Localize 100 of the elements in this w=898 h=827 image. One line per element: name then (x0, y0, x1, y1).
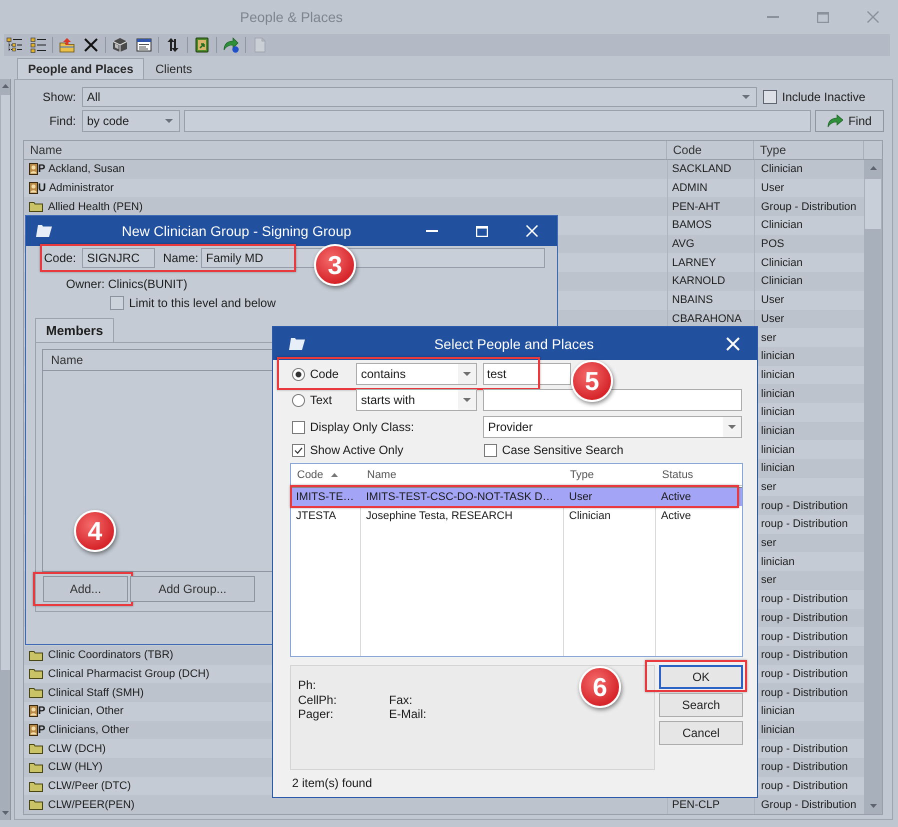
book-icon[interactable] (194, 37, 210, 53)
item-type: linician (761, 705, 795, 718)
code-field[interactable]: SIGNJRC (82, 248, 155, 268)
arrow-icon (827, 114, 844, 128)
operator-dropdown[interactable]: contains (356, 363, 477, 385)
item-type: roup - Distribution (761, 593, 848, 606)
search-field[interactable] (483, 389, 742, 411)
checkbox[interactable] (484, 444, 497, 456)
checkbox[interactable] (763, 90, 777, 104)
checkbox-label[interactable]: Include Inactive (782, 90, 866, 104)
operator-dropdown[interactable]: starts with (356, 389, 477, 411)
item-type: roup - Distribution (761, 780, 848, 792)
checkbox-label[interactable]: Show Active Only (310, 443, 404, 457)
column-header[interactable]: Name (51, 353, 84, 367)
scroll-thumb[interactable] (0, 95, 10, 670)
person-icon (29, 163, 38, 176)
class-dropdown[interactable]: Provider (483, 416, 742, 438)
list-row[interactable]: CLW/PEER(PEN) PEN-CLP Group - Distribution (24, 795, 864, 814)
radio-button[interactable] (292, 368, 305, 380)
column-header[interactable]: Type (570, 468, 594, 480)
checkbox-label[interactable]: Limit to this level and below (129, 296, 276, 310)
dialog-button[interactable]: Cancel (659, 721, 743, 745)
item-code: NBAINS (672, 294, 713, 306)
column-header[interactable]: Type (760, 143, 786, 157)
item-code: AVG (672, 238, 694, 250)
caret-up-icon[interactable] (2, 84, 8, 88)
dialog-button[interactable]: Search (659, 693, 743, 717)
dialog-title: Select People and Places (434, 336, 594, 352)
item-type: Group - Distribution (761, 798, 856, 811)
field-label: Code: (44, 251, 78, 265)
item-type: Clinician (761, 256, 803, 269)
delete-icon[interactable] (83, 37, 99, 53)
form-icon[interactable] (136, 37, 152, 53)
result-row[interactable]: JTESTA Josephine Testa, RESEARCH Clinician Active (291, 506, 742, 525)
add-button[interactable]: Add Group... (130, 576, 255, 602)
arrow-icon[interactable] (223, 37, 239, 53)
search-field[interactable] (184, 110, 811, 132)
find-dropdown[interactable]: by code (82, 110, 180, 132)
caret-down-icon[interactable] (463, 372, 471, 376)
item-name: Allied Health (PEN) (48, 200, 143, 213)
item-code: PEN-CLP (672, 798, 720, 811)
tab[interactable]: Members (35, 318, 114, 342)
caret-down-icon[interactable] (742, 95, 750, 99)
checkbox-label[interactable]: Display Only Class: (310, 420, 414, 434)
caret-down-icon[interactable] (728, 425, 736, 429)
radio-label[interactable]: Text (310, 393, 332, 407)
list-row[interactable]: P Ackland, Susan SACKLAND Clinician (24, 160, 864, 179)
owner-text: Owner: Clinics(BUNIT) (66, 276, 188, 290)
caret-down-icon[interactable] (2, 811, 8, 815)
caret-up-icon[interactable] (870, 166, 876, 170)
dialog-title: New Clinician Group - Signing Group (122, 223, 352, 239)
show-dropdown[interactable]: All (82, 87, 757, 107)
person-icon (29, 705, 38, 718)
scrollbar[interactable] (0, 79, 11, 820)
scrollbar[interactable] (864, 160, 882, 814)
item-name: Clinicians, Other (48, 724, 130, 736)
checkbox[interactable] (110, 296, 124, 310)
list-row[interactable]: Allied Health (PEN) PEN-AHT Group - Distribution (24, 197, 864, 216)
column-header[interactable]: Code (673, 143, 702, 157)
item-name: Administrator (48, 182, 114, 194)
item-type: roup - Distribution (761, 518, 848, 530)
item-name: CLW (HLY) (48, 761, 103, 774)
result-type: User (569, 491, 592, 503)
search-field[interactable]: test (483, 363, 571, 385)
swap-icon[interactable] (165, 37, 181, 53)
tree-list-icon[interactable] (6, 37, 22, 53)
item-type: linician (761, 444, 795, 456)
item-code: ADMIN (672, 182, 708, 194)
add-button[interactable]: Add... (43, 576, 128, 602)
item-code: BAMOS (672, 219, 712, 232)
checkbox[interactable] (292, 444, 305, 456)
column-header[interactable]: Name (30, 143, 62, 157)
window-title: People & Places (240, 9, 343, 25)
list-row[interactable]: U Administrator ADMIN User (24, 178, 864, 198)
radio-button[interactable] (292, 394, 305, 406)
checkbox-label[interactable]: Case Sensitive Search (502, 443, 624, 457)
dialog-button[interactable]: OK (659, 665, 743, 689)
caret-down-icon[interactable] (165, 119, 173, 123)
item-type: POS (761, 238, 784, 250)
column-header[interactable]: Status (662, 468, 694, 480)
column-header[interactable]: Code (297, 468, 324, 480)
item-type: linician (761, 724, 795, 736)
radio-label[interactable]: Code (310, 367, 339, 381)
tab[interactable]: People and Places (17, 58, 144, 79)
item-type: ser (761, 332, 776, 344)
find-button[interactable]: Find (815, 110, 884, 132)
item-type: Clinician (761, 219, 803, 232)
list-icon[interactable] (30, 37, 46, 53)
box-icon[interactable] (112, 37, 128, 53)
result-row[interactable]: IMITS-TE… IMITS-TEST-CSC-DO-NOT-TASK D… User Active (291, 487, 742, 506)
folder-arrow-icon[interactable] (59, 37, 75, 53)
tab[interactable]: Clients (144, 58, 204, 79)
column-header[interactable]: Name (367, 468, 396, 480)
folder-icon (29, 799, 43, 810)
item-type: linician (761, 350, 795, 362)
scroll-thumb[interactable] (865, 179, 881, 229)
checkbox[interactable] (292, 420, 305, 434)
detail-label: Pager: (298, 707, 334, 722)
item-type: linician (761, 424, 795, 437)
caret-down-icon[interactable] (870, 804, 876, 808)
